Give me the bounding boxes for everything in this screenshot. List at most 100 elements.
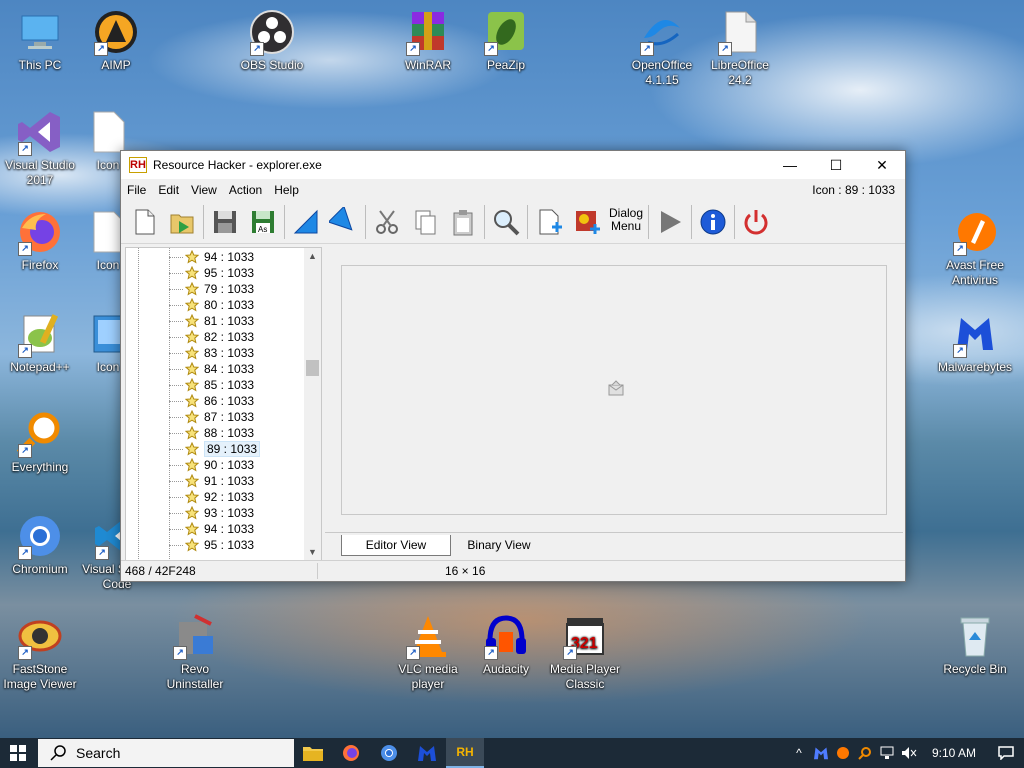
tree-node[interactable]: 95 : 1033 [126,265,254,281]
tree-node[interactable]: 82 : 1033 [126,329,254,345]
paste-button[interactable] [444,203,482,241]
forward-button[interactable] [325,203,363,241]
tab-binary-view[interactable]: Binary View [451,535,547,555]
desktop-icon-this-pc[interactable]: This PC [0,8,80,73]
tree-node[interactable]: 87 : 1033 [126,409,254,425]
star-icon [185,282,199,296]
editor-pane [325,247,903,529]
menu-help[interactable]: Help [268,183,305,197]
open-button[interactable] [163,203,201,241]
tree-node[interactable]: 88 : 1033 [126,425,254,441]
desktop-icon-label: AIMP [101,58,131,72]
desktop-icon-aimp[interactable]: ↗ AIMP [76,8,156,73]
taskbar-search-box[interactable]: Search [38,739,294,767]
desktop-icon-recycle-bin[interactable]: Recycle Bin [935,612,1015,677]
back-button[interactable] [287,203,325,241]
new-button[interactable] [125,203,163,241]
taskbar-malwarebytes[interactable] [408,738,446,768]
tray-network[interactable] [876,738,898,768]
taskbar-chromium[interactable] [370,738,408,768]
minimize-button[interactable]: — [767,151,813,179]
desktop-icon-libreoffice[interactable]: ↗ LibreOffice 24.2 [700,8,780,88]
add-resource-button[interactable] [530,203,568,241]
shortcut-arrow-icon: ↗ [563,646,577,660]
menu-action[interactable]: Action [223,183,268,197]
start-button[interactable] [0,738,36,768]
desktop-icon-winrar[interactable]: ↗ WinRAR [388,8,468,73]
tray-volume-muted[interactable] [898,738,920,768]
tree-node[interactable]: 81 : 1033 [126,313,254,329]
desktop-icon-chromium[interactable]: ↗ Chromium [0,512,80,577]
tab-editor-view[interactable]: Editor View [341,535,451,556]
tree-node[interactable]: 85 : 1033 [126,377,254,393]
tree-node[interactable]: 95 : 1033 [126,537,254,553]
desktop-icon-obs-studio[interactable]: ↗ OBS Studio [232,8,312,73]
taskbar-resource-hacker[interactable]: RH [446,738,484,768]
desktop-icon-mpc[interactable]: 321 ↗ Media Player Classic [545,612,625,692]
arrow-back-icon [293,209,318,234]
desktop-icon-openoffice[interactable]: ↗ OpenOffice 4.1.15 [622,8,702,88]
desktop-icon-firefox[interactable]: ↗ Firefox [0,208,80,273]
shortcut-arrow-icon: ↗ [484,42,498,56]
exit-button[interactable] [737,203,775,241]
title-bar[interactable]: RH Resource Hacker - explorer.exe — ☐ ✕ [121,151,905,179]
desktop-icon-label: VLC media player [398,662,458,691]
tray-malwarebytes[interactable] [810,738,832,768]
tree-node[interactable]: 86 : 1033 [126,393,254,409]
save-button[interactable] [206,203,244,241]
desktop-icon-audacity[interactable]: ↗ Audacity [466,612,546,677]
tree-node[interactable]: 80 : 1033 [126,297,254,313]
desktop-icon-faststone[interactable]: ↗ FastStone Image Viewer [0,612,80,692]
copy-button[interactable] [406,203,444,241]
toolbar-separator [203,205,204,239]
tree-connector [169,304,183,306]
scroll-down-button[interactable]: ▼ [304,544,321,561]
scroll-up-button[interactable]: ▲ [304,248,321,265]
desktop-icon-avast[interactable]: ↗ Avast Free Antivirus [935,208,1015,288]
dialog-menu-button[interactable]: Dialog Menu [606,203,646,241]
find-button[interactable] [487,203,525,241]
tree-node[interactable]: 93 : 1033 [126,505,254,521]
desktop-icon-label: Chromium [12,562,68,576]
desktop-icon-malwarebytes[interactable]: ↗ Malwarebytes [935,310,1015,375]
close-button[interactable]: ✕ [859,151,905,179]
resource-hacker-window[interactable]: RH Resource Hacker - explorer.exe — ☐ ✕ … [120,150,906,582]
taskbar-file-explorer[interactable] [294,738,332,768]
tree-node[interactable]: 79 : 1033 [126,281,254,297]
tray-avast[interactable] [832,738,854,768]
action-center-button[interactable] [988,738,1024,768]
save-as-button[interactable]: As [244,203,282,241]
taskbar-clock[interactable]: 9:10 AM [920,746,988,760]
scroll-thumb[interactable] [306,360,319,376]
tree-node[interactable]: 91 : 1033 [126,473,254,489]
menu-view[interactable]: View [185,183,223,197]
taskbar-firefox[interactable] [332,738,370,768]
desktop-icon-visual-studio[interactable]: ↗ Visual Studio 2017 [0,108,80,188]
menu-edit[interactable]: Edit [152,183,185,197]
desktop-icon-vlc[interactable]: ↗ VLC media player [388,612,468,692]
desktop-icon-notepad-plus-plus[interactable]: ↗ Notepad++ [0,310,80,375]
tree-node[interactable]: 92 : 1033 [126,489,254,505]
tray-show-hidden-icons[interactable]: ^ [788,738,810,768]
star-icon [185,330,199,344]
resource-tree[interactable]: 94 : 1033 95 : 1033 79 : 1033 80 : 1033 81 :… [125,247,322,562]
maximize-button[interactable]: ☐ [813,151,859,179]
add-image-resource-button[interactable] [568,203,606,241]
tree-node[interactable]: 89 : 1033 [126,441,261,457]
tree-scrollbar[interactable]: ▲ ▼ [304,248,321,561]
tree-node[interactable]: 94 : 1033 [126,521,254,537]
desktop-icon-revo[interactable]: ↗ Revo Uninstaller [155,612,235,692]
tree-node[interactable]: 94 : 1033 [126,249,254,265]
desktop-icon-everything[interactable]: ↗ Everything [0,410,80,475]
run-script-button[interactable] [651,203,689,241]
about-button[interactable] [694,203,732,241]
tree-node[interactable]: 84 : 1033 [126,361,254,377]
menu-file[interactable]: File [121,183,152,197]
shortcut-arrow-icon: ↗ [18,444,32,458]
desktop-icon-peazip[interactable]: ↗ PeaZip [466,8,546,73]
tree-node[interactable]: 83 : 1033 [126,345,254,361]
tray-everything[interactable] [854,738,876,768]
tree-node[interactable]: 90 : 1033 [126,457,254,473]
desktop-icon-label: LibreOffice 24.2 [711,58,769,87]
cut-button[interactable] [368,203,406,241]
